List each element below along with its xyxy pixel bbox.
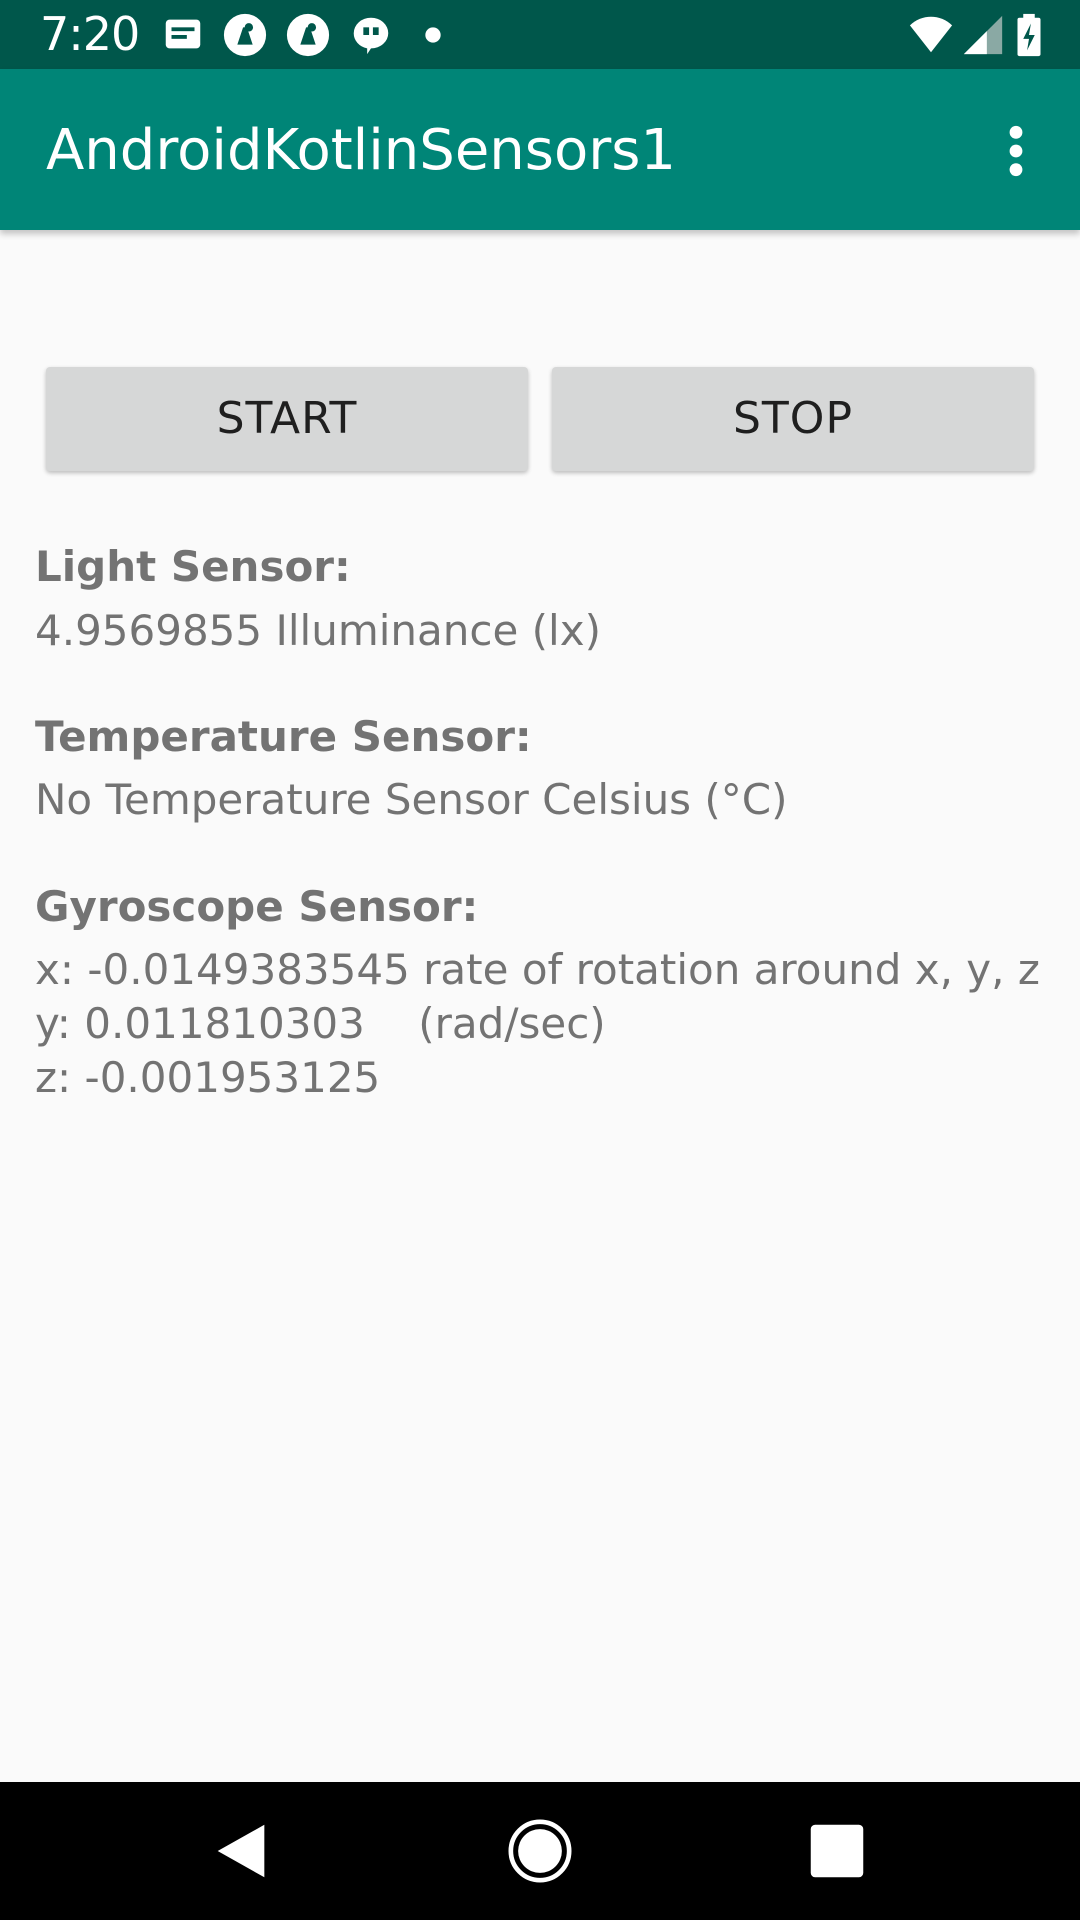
- gyroscope-sensor-label: Gyroscope Sensor:: [35, 882, 479, 931]
- light-sensor-label: Light Sensor:: [35, 542, 351, 591]
- app-title: AndroidKotlinSensors1: [46, 118, 677, 183]
- home-icon[interactable]: [505, 1816, 575, 1886]
- gyroscope-z-value: z: -0.001953125: [35, 1053, 381, 1102]
- more-vert-icon[interactable]: [984, 119, 1048, 183]
- gyroscope-y-value: y: 0.011810303 (rad/sec): [35, 999, 606, 1048]
- gyroscope-x-value: x: -0.0149383545 rate of rotation around…: [35, 945, 1040, 994]
- start-button[interactable]: START: [46, 367, 528, 471]
- temperature-sensor-value: No Temperature Sensor Celsius (°C): [35, 775, 788, 824]
- battery-charging-icon: [1006, 12, 1052, 58]
- android-debug-icon: [222, 12, 268, 58]
- dot-icon: [410, 12, 456, 58]
- message-icon: [160, 12, 206, 58]
- recents-icon[interactable]: [802, 1816, 872, 1886]
- navigation-bar: [0, 1782, 1080, 1920]
- stop-button[interactable]: STOP: [552, 367, 1034, 471]
- back-icon[interactable]: [206, 1816, 276, 1886]
- status-time: 7:20: [40, 7, 140, 61]
- quote-icon: [348, 12, 394, 58]
- status-bar: 7:20: [0, 0, 1080, 69]
- signal-icon: [960, 12, 1006, 58]
- android-debug-icon: [285, 12, 331, 58]
- app-bar: AndroidKotlinSensors1: [0, 69, 1080, 230]
- wifi-icon: [908, 12, 954, 58]
- light-sensor-value: 4.9569855 Illuminance (lx): [35, 606, 601, 655]
- temperature-sensor-label: Temperature Sensor:: [35, 712, 532, 761]
